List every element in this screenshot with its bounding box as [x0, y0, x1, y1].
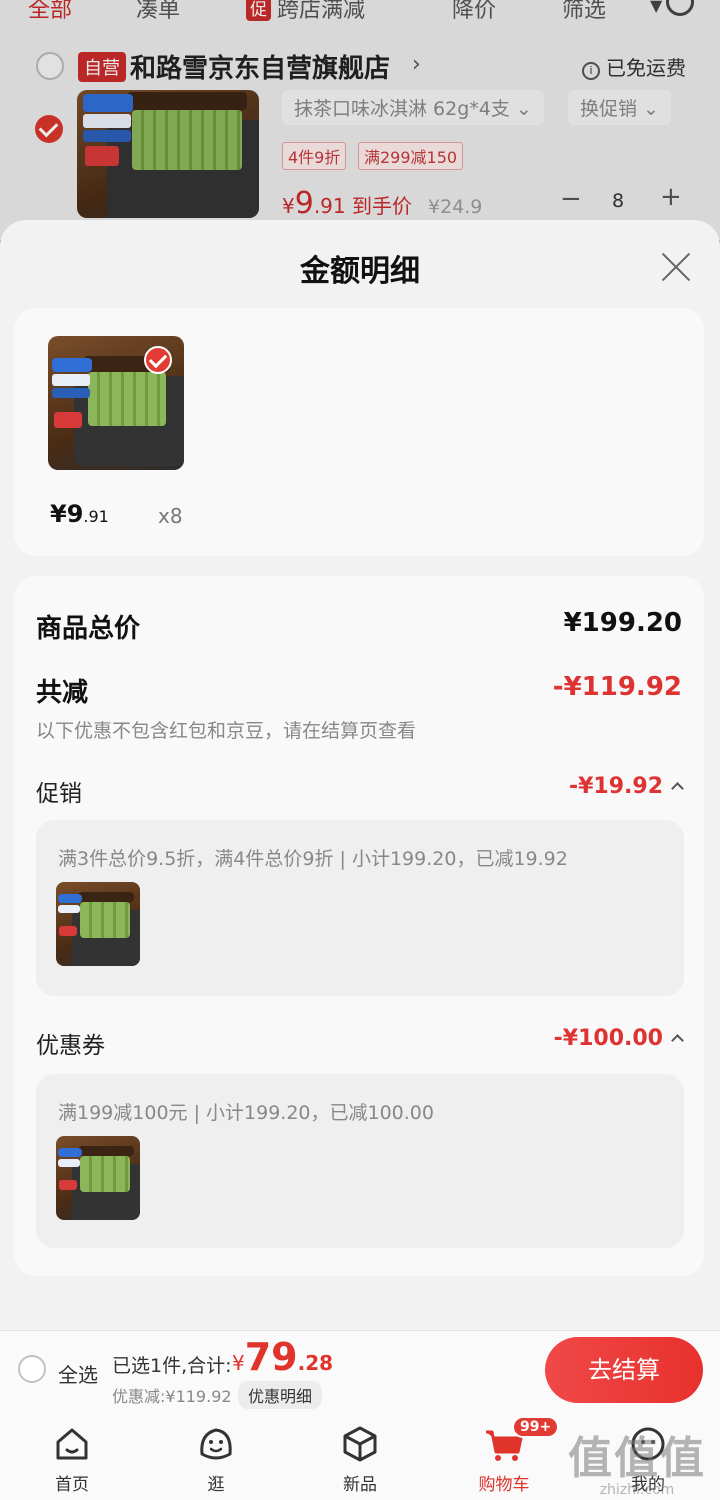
nav-label-browse: 逛 [207, 1475, 225, 1495]
chevron-up-icon [671, 1034, 684, 1047]
item-quantity: x8 [158, 504, 183, 528]
sheet-title: 金额明细 [300, 254, 420, 289]
cart-page-background: 全部 凑单 促跨店满减 降价 筛选 ▼ 自营 和路雪京东自营旗舰店 › i 已免运… [0, 0, 720, 240]
coupon-toggle[interactable]: -¥100.00 [553, 1026, 684, 1051]
reduction-note: 以下优惠不包含红包和京豆，请在结算页查看 [36, 720, 417, 742]
select-all-radio[interactable] [18, 1355, 46, 1383]
item-selected-check-icon [144, 346, 172, 374]
watermark-glyphs: 值值值 [568, 1433, 706, 1484]
site-watermark: 值值值 zhizhi.com [562, 1422, 712, 1500]
checkout-button[interactable]: 去结算 [545, 1337, 703, 1403]
discount-amount: 优惠减:¥119.92 [112, 1387, 232, 1406]
amount-detail-sheet: 金额明细 ¥9.91 x8 商品总价 ¥199.20 共减 -¥119.92 以… [0, 220, 720, 1330]
promotion-toggle[interactable]: -¥19.92 [568, 774, 684, 799]
total-price-value: ¥199.20 [563, 608, 682, 638]
selected-items-card: ¥9.91 x8 [14, 308, 704, 556]
smiley-icon [200, 1428, 232, 1460]
home-icon [56, 1428, 88, 1460]
item-unit-price: ¥9.91 [50, 500, 109, 528]
close-icon[interactable] [660, 250, 692, 282]
promotion-item-thumbnail [56, 882, 140, 966]
cart-count-badge: 99+ [512, 1416, 560, 1438]
coupon-value: -¥100.00 [553, 1026, 663, 1051]
promotion-label: 促销 [36, 781, 82, 807]
item-thumbnail[interactable] [48, 336, 184, 470]
total-amount: ¥79.28 [232, 1335, 334, 1379]
selected-summary: 已选1件,合计: [112, 1355, 232, 1377]
discount-detail-button[interactable]: 优惠明细 [238, 1381, 323, 1409]
modal-dim-overlay[interactable] [0, 0, 720, 240]
nav-item-cart[interactable]: 99+ 购物车 [434, 1414, 574, 1500]
price-breakdown-card: 商品总价 ¥199.20 共减 -¥119.92 以下优惠不包含红包和京豆，请在… [14, 576, 704, 1276]
promotion-detail-box: 满3件总价9.5折，满4件总价9折 | 小计199.20，已减19.92 [36, 820, 684, 996]
nav-item-home[interactable]: 首页 [2, 1414, 142, 1500]
coupon-label: 优惠券 [36, 1033, 105, 1059]
checkout-bar: 全选 已选1件,合计: ¥79.28 优惠减:¥119.92 优惠明细 去结算 [0, 1330, 720, 1414]
promotion-value: -¥19.92 [568, 774, 663, 799]
total-reduction-label: 共减 [36, 678, 89, 708]
chevron-up-icon [671, 782, 684, 795]
nav-label-cart: 购物车 [478, 1475, 530, 1495]
box-icon [343, 1426, 377, 1462]
select-all-label[interactable]: 全选 [58, 1359, 98, 1388]
coupon-detail-box: 满199减100元 | 小计199.20，已减100.00 [36, 1074, 684, 1248]
total-price-label: 商品总价 [36, 614, 141, 644]
coupon-detail-text: 满199减100元 | 小计199.20，已减100.00 [58, 1102, 434, 1124]
nav-item-new[interactable]: 新品 [290, 1414, 430, 1500]
nav-label-home: 首页 [55, 1475, 89, 1495]
coupon-item-thumbnail [56, 1136, 140, 1220]
total-reduction-value: -¥119.92 [552, 672, 682, 702]
nav-label-new: 新品 [343, 1475, 377, 1495]
promotion-detail-text: 满3件总价9.5折，满4件总价9折 | 小计199.20，已减19.92 [58, 848, 568, 870]
nav-item-browse[interactable]: 逛 [146, 1414, 286, 1500]
